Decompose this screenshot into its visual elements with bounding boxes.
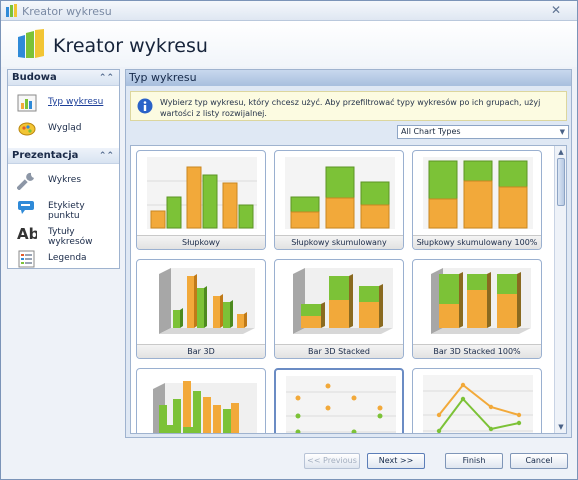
next-button[interactable]: Next >> bbox=[367, 453, 425, 469]
bar-3d-stacked-chart-thumbnail bbox=[293, 268, 393, 334]
wizard-navigation: Budowa ⌃⌃ Typ wykresu Wygląd Prezentacja bbox=[7, 69, 120, 269]
panel-title: Typ wykresu bbox=[126, 70, 571, 86]
nav-item-etykiety-punktu[interactable]: Etykiety punktu bbox=[8, 194, 119, 221]
chart-type-panel: Typ wykresu Wybierz typ wykresu, który c… bbox=[125, 69, 572, 438]
nav-group-label: Budowa bbox=[12, 72, 57, 83]
text-ab-icon: Ab bbox=[17, 225, 37, 242]
scrollbar-thumb[interactable] bbox=[557, 158, 565, 206]
chart-tile-slupkowy[interactable]: Słupkowy bbox=[136, 150, 266, 250]
chart-tile-bar-3d[interactable]: Bar 3D bbox=[136, 259, 266, 359]
chart-tile-label: Słupkowy skumulowany bbox=[275, 235, 403, 249]
chart-tile-slupkowy-skumulowany[interactable]: Słupkowy skumulowany bbox=[274, 150, 404, 250]
point-chart-thumbnail bbox=[286, 376, 396, 433]
bar-3d-clustered-chart-thumbnail bbox=[153, 381, 257, 433]
line-chart-thumbnail bbox=[423, 375, 533, 433]
nav-item-tytuly-wykresow[interactable]: Ab Tytuły wykresów bbox=[8, 220, 119, 247]
scroll-up-icon[interactable]: ▲ bbox=[557, 148, 565, 156]
app-logo-icon bbox=[6, 4, 17, 17]
chart-tile-label: Słupkowy bbox=[137, 235, 265, 249]
chart-type-gallery: Słupkowy Słupkowy skumulowany Słupkowy s… bbox=[130, 145, 567, 434]
nav-group-label: Prezentacja bbox=[12, 150, 79, 161]
window-title: Kreator wykresu bbox=[22, 5, 112, 18]
scroll-down-icon[interactable]: ▼ bbox=[557, 423, 565, 431]
close-button[interactable]: ✕ bbox=[549, 4, 563, 17]
nav-item-wykres[interactable]: Wykres bbox=[8, 168, 119, 194]
point-labels-icon bbox=[18, 201, 34, 214]
wizard-title: Kreator wykresu bbox=[53, 35, 208, 57]
title-bar: Kreator wykresu ✕ bbox=[1, 1, 577, 21]
cancel-button[interactable]: Cancel bbox=[510, 453, 568, 469]
info-box: Wybierz typ wykresu, który chcesz użyć. … bbox=[130, 91, 567, 121]
chart-tile-slupkowy-skumulowany-100[interactable]: Słupkowy skumulowany 100% bbox=[412, 150, 542, 250]
stacked-100-bar-chart-thumbnail bbox=[423, 157, 533, 229]
legend-icon bbox=[18, 250, 35, 268]
nav-item-typ-wykresu[interactable]: Typ wykresu bbox=[8, 90, 119, 116]
nav-item-legenda[interactable]: Legenda bbox=[8, 246, 119, 272]
nav-item-wyglad[interactable]: Wygląd bbox=[8, 116, 119, 142]
bar-chart-thumbnail bbox=[147, 157, 257, 229]
nav-item-label: Wykres bbox=[48, 175, 82, 185]
chart-tile-label: Bar 3D Stacked bbox=[275, 344, 403, 358]
collapse-icon[interactable]: ⌃⌃ bbox=[99, 148, 114, 164]
chevron-down-icon: ▼ bbox=[559, 128, 565, 136]
palette-icon bbox=[18, 122, 36, 136]
wizard-logo-icon bbox=[18, 29, 44, 58]
chart-wizard-window: Kreator wykresu ✕ Kreator wykresu Budowa… bbox=[0, 0, 578, 480]
chart-tile-bar-3d-stacked[interactable]: Bar 3D Stacked bbox=[274, 259, 404, 359]
nav-item-label: Tytuły wykresów bbox=[48, 227, 93, 247]
nav-group-budowa[interactable]: Budowa ⌃⌃ bbox=[8, 70, 119, 86]
chart-tile-bar-3d-stacked-100[interactable]: Bar 3D Stacked 100% bbox=[412, 259, 542, 359]
chart-tile-point[interactable] bbox=[274, 368, 404, 433]
chart-tile-line[interactable] bbox=[412, 368, 542, 433]
nav-item-label: Wygląd bbox=[48, 123, 82, 133]
finish-button[interactable]: Finish bbox=[445, 453, 503, 469]
bar-3d-chart-thumbnail bbox=[159, 268, 255, 334]
chart-tile-label: Bar 3D bbox=[137, 344, 265, 358]
chart-tile-bar-3d-clustered[interactable] bbox=[136, 368, 266, 433]
wizard-header: Kreator wykresu bbox=[1, 21, 577, 67]
info-text: Wybierz typ wykresu, który chcesz użyć. … bbox=[160, 98, 541, 118]
nav-item-label: Legenda bbox=[48, 253, 87, 263]
stacked-bar-chart-thumbnail bbox=[285, 157, 395, 229]
chart-type-filter-dropdown[interactable]: All Chart Types ▼ bbox=[397, 125, 569, 139]
gallery-scrollbar[interactable]: ▲ ▼ bbox=[554, 146, 566, 433]
filter-selected-value: All Chart Types bbox=[401, 127, 461, 136]
svg-text:Ab: Ab bbox=[17, 225, 37, 242]
chart-tile-label: Bar 3D Stacked 100% bbox=[413, 344, 541, 358]
bar-3d-stacked-100-chart-thumbnail bbox=[431, 268, 531, 334]
wrench-icon bbox=[17, 172, 34, 190]
bar-chart-icon bbox=[17, 94, 37, 112]
nav-item-label: Etykiety punktu bbox=[48, 201, 85, 221]
nav-group-prezentacja[interactable]: Prezentacja ⌃⌃ bbox=[8, 148, 119, 164]
chart-tile-label: Słupkowy skumulowany 100% bbox=[413, 235, 541, 249]
info-icon bbox=[137, 98, 153, 114]
collapse-icon[interactable]: ⌃⌃ bbox=[99, 70, 114, 86]
previous-button[interactable]: << Previous bbox=[304, 453, 360, 469]
nav-item-label: Typ wykresu bbox=[48, 97, 104, 107]
